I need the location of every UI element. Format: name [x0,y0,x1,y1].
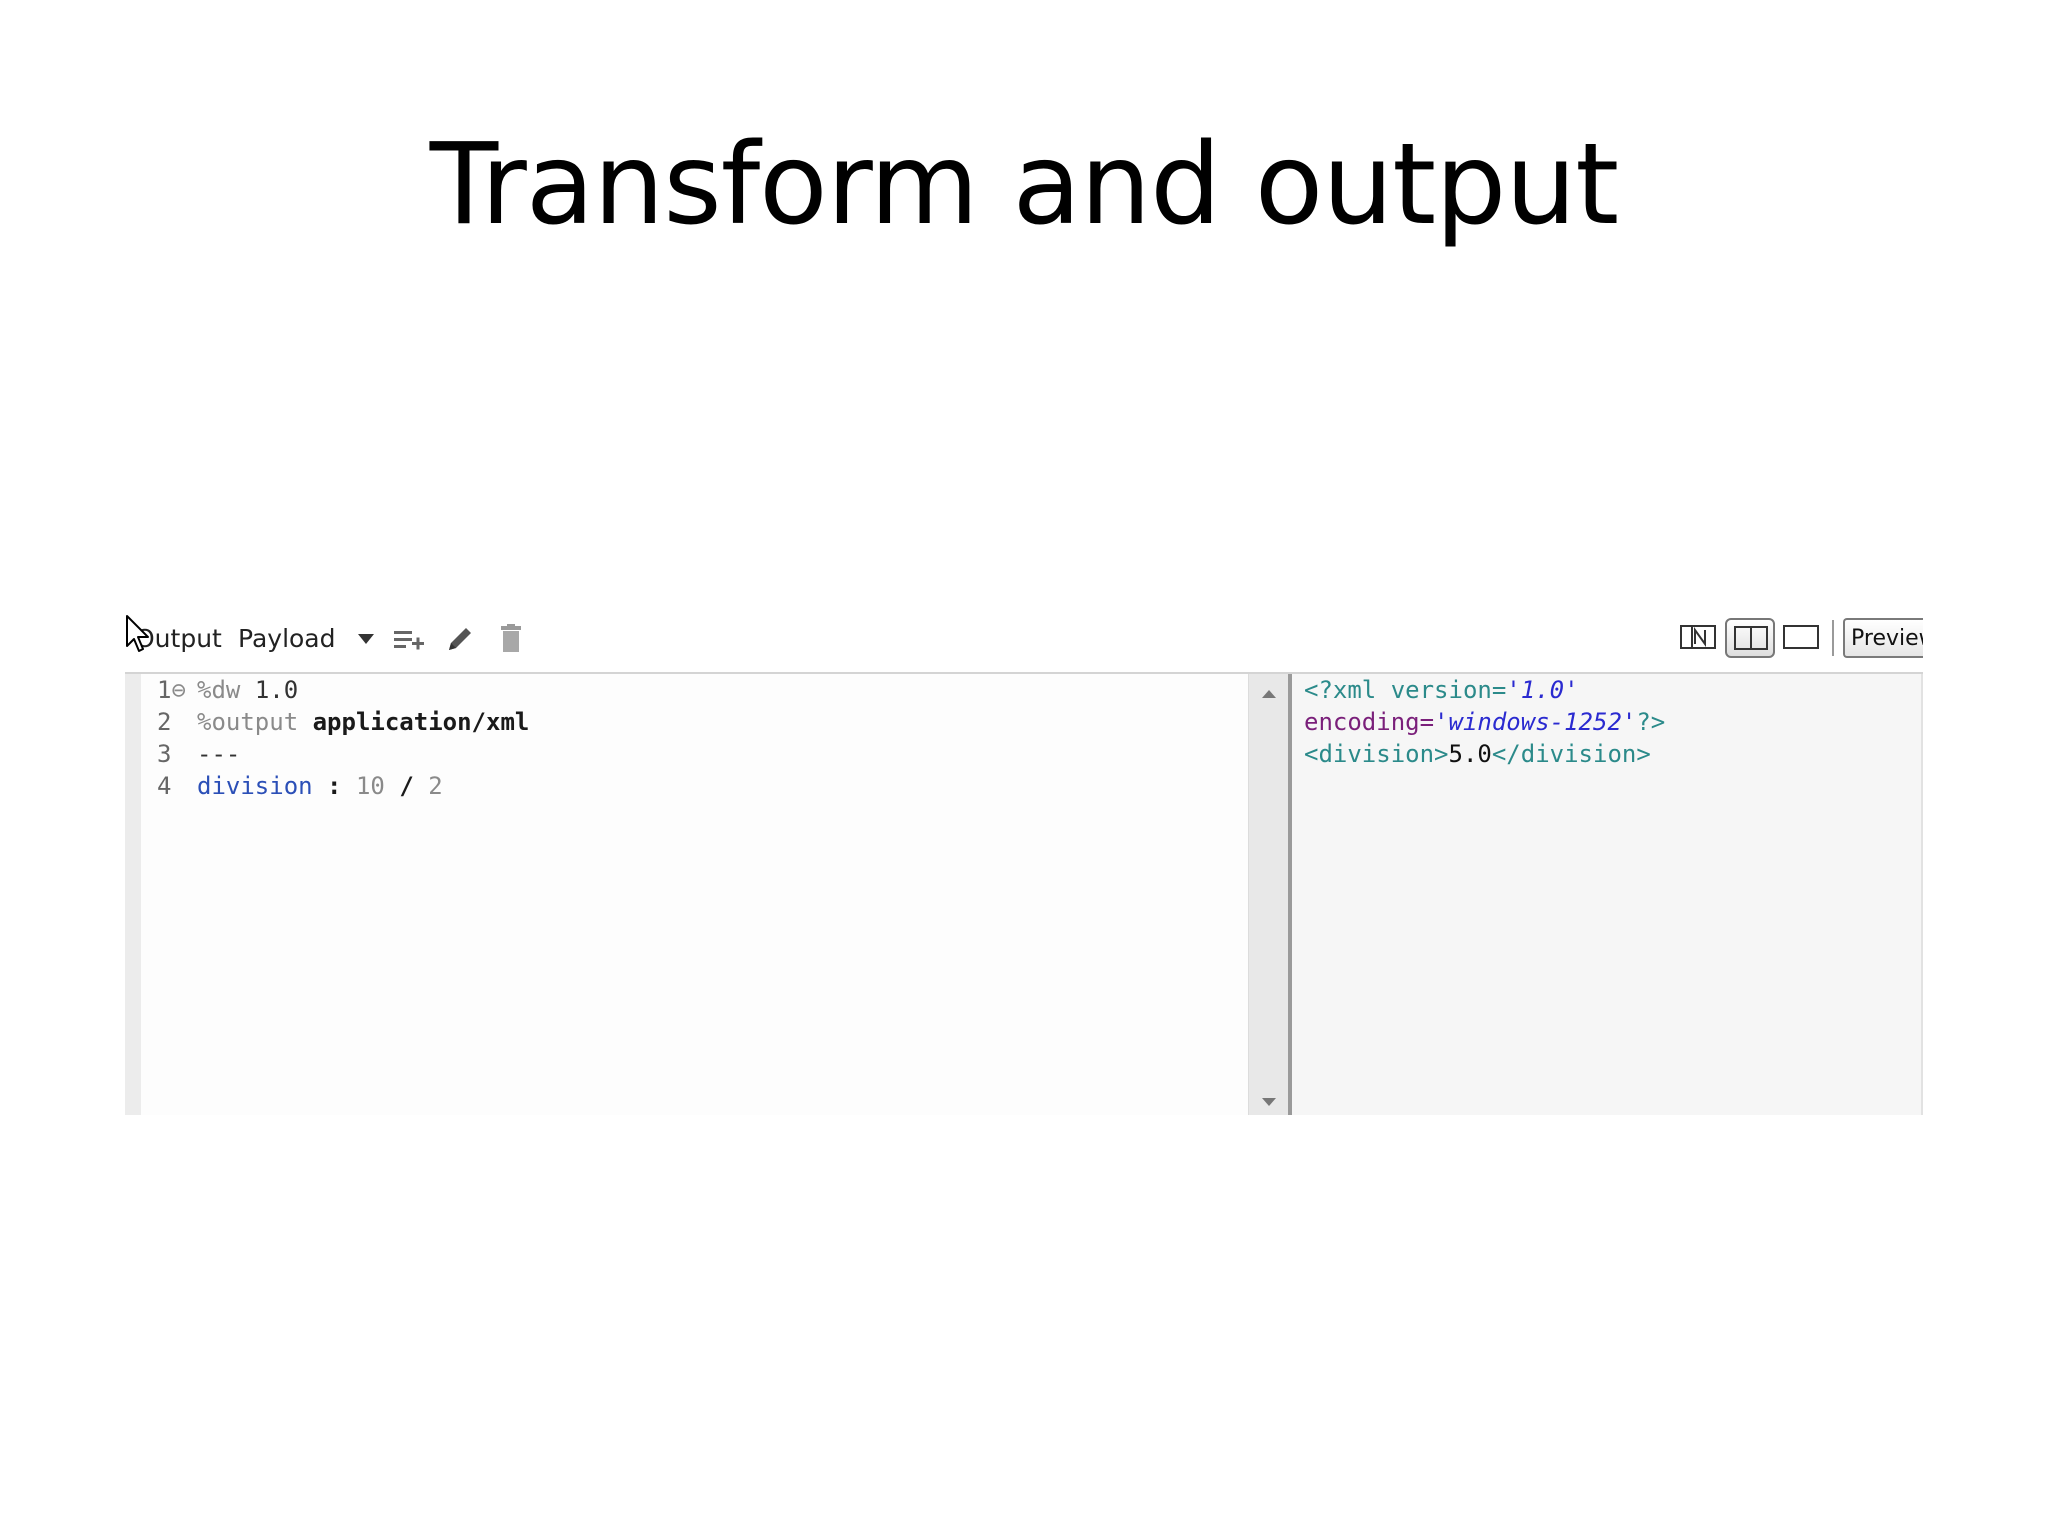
n-view-icon[interactable] [1680,625,1716,654]
script-editor-pane[interactable]: 1⊖ %dw 1.0 2 %output application/xml 3 --- … [125,674,1248,1115]
output-mime-type: application/xml [312,708,530,736]
dw-directive: %dw [197,676,241,704]
xml-line: <?xml version='1.0' [1304,676,1579,704]
editor-gutter [125,674,141,1115]
xml-line: <division>5.0</division> [1304,740,1651,768]
payload-selector[interactable]: Payload [238,624,336,653]
xml-output: <?xml version='1.0' encoding='windows-12… [1304,674,1665,770]
line-number: 2 [157,708,172,736]
code-line: 1⊖ %dw 1.0 [157,674,529,706]
line-number: 3 [157,740,172,768]
code-line: 2 %output application/xml [157,706,529,738]
output-directive: %output [197,708,299,736]
preview-button[interactable]: Preview [1843,618,1923,658]
fold-icon[interactable]: ⊖ [171,676,185,704]
code-line: 4 division : 10 / 2 [157,770,529,802]
operand: 2 [428,772,443,800]
scroll-down-icon[interactable] [1261,1094,1277,1112]
code-area[interactable]: 1⊖ %dw 1.0 2 %output application/xml 3 --- … [157,674,529,802]
dataweave-editor: Output Payload Previe 1⊖ %dw 1.0 2 %outp… [125,612,1923,1115]
toolbar-separator [1832,620,1834,656]
pencil-icon[interactable] [445,624,475,659]
slide-title: Transform and output [429,120,1619,250]
xml-line: encoding='windows-1252'?> [1304,708,1666,736]
header-separator: --- [197,740,241,768]
code-line: 3 --- [157,738,529,770]
output-preview-pane: <?xml version='1.0' encoding='windows-12… [1292,674,1923,1115]
line-number: 4 [157,772,172,800]
editor-toolbar: Output Payload Previe [125,612,1923,672]
trash-icon[interactable] [499,624,523,659]
dw-version: 1.0 [254,676,299,704]
mouse-cursor-icon [125,614,151,659]
field-key: division [197,772,313,800]
split-view-button[interactable] [1725,618,1775,658]
operator: / [399,772,414,800]
split-view-icon [1734,626,1768,655]
dropdown-caret-icon[interactable] [357,632,375,650]
colon: : [327,772,342,800]
scroll-up-icon[interactable] [1261,686,1277,704]
single-view-icon[interactable] [1783,625,1819,654]
add-list-icon[interactable] [393,628,425,655]
line-number: 1⊖ [157,676,186,704]
vertical-scrollbar[interactable] [1248,674,1289,1115]
operand: 10 [355,772,385,800]
